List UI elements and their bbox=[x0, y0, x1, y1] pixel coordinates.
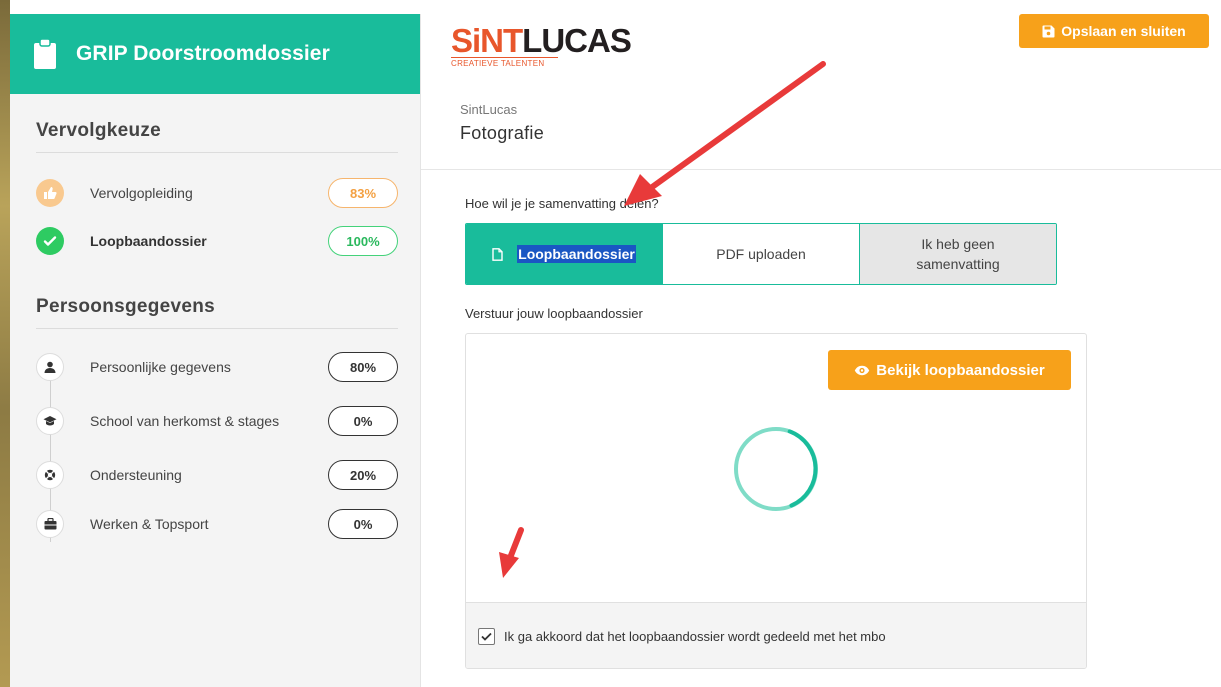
save-and-close-button[interactable]: Opslaan en sluiten bbox=[1019, 14, 1209, 48]
dossier-preview-panel: Bekijk loopbaandossier Ik ga akkoord dat… bbox=[465, 333, 1087, 669]
eye-icon bbox=[855, 365, 870, 375]
sidebar-item-school-van-herkomst[interactable]: School van herkomst & stages 0% bbox=[36, 399, 398, 443]
sidebar-item-label: Ondersteuning bbox=[90, 467, 182, 483]
progress-badge: 20% bbox=[328, 460, 398, 490]
left-edge-strip bbox=[0, 0, 10, 687]
sidebar-header: GRIP Doorstroomdossier bbox=[10, 14, 420, 94]
checkmark-icon bbox=[481, 632, 492, 641]
option-loopbaandossier[interactable]: Loopbaandossier bbox=[466, 224, 663, 284]
section-title-persoonsgegevens: Persoonsgegevens bbox=[36, 296, 216, 317]
file-icon bbox=[492, 247, 503, 261]
progress-badge: 0% bbox=[328, 509, 398, 539]
share-method-selector: Loopbaandossier PDF uploaden Ik heb geen… bbox=[465, 223, 1057, 285]
sidebar-item-ondersteuning[interactable]: Ondersteuning 20% bbox=[36, 458, 398, 492]
loading-spinner bbox=[734, 427, 818, 511]
clipboard-icon bbox=[34, 39, 56, 69]
progress-badge: 100% bbox=[328, 226, 398, 256]
progress-badge: 83% bbox=[328, 178, 398, 208]
program-name: Fotografie bbox=[460, 123, 545, 143]
graduation-cap-icon bbox=[36, 407, 64, 435]
section-title-vervolgkeuze: Vervolgkeuze bbox=[36, 120, 162, 141]
option-label: Loopbaandossier bbox=[517, 245, 636, 263]
program-header: SintLucas Fotografie bbox=[421, 86, 1221, 170]
briefcase-icon bbox=[36, 510, 64, 538]
agree-checkbox[interactable] bbox=[478, 627, 495, 645]
option-pdf-uploaden[interactable]: PDF uploaden bbox=[663, 224, 860, 284]
sintlucas-logo: SiNTLUCAS CREATIEVE TALENTEN bbox=[451, 24, 632, 68]
progress-badge: 0% bbox=[328, 406, 398, 436]
save-and-close-label: Opslaan en sluiten bbox=[1061, 23, 1186, 39]
thumbs-up-icon bbox=[36, 179, 64, 207]
sidebar-item-loopbaandossier[interactable]: Loopbaandossier 100% bbox=[36, 224, 398, 258]
check-icon bbox=[36, 227, 64, 255]
user-icon bbox=[36, 353, 64, 381]
section-divider bbox=[36, 152, 398, 153]
option-label: PDF uploaden bbox=[716, 246, 806, 262]
sidebar-item-label: Persoonlijke gegevens bbox=[90, 359, 231, 375]
sidebar: GRIP Doorstroomdossier Vervolgkeuze Verv… bbox=[10, 14, 421, 687]
progress-badge: 80% bbox=[328, 352, 398, 382]
sidebar-item-vervolgopleiding[interactable]: Vervolgopleiding 83% bbox=[36, 176, 398, 210]
logo-text-lucas: LUCAS bbox=[522, 22, 632, 59]
logo-tagline: CREATIEVE TALENTEN bbox=[451, 57, 558, 68]
agree-label: Ik ga akkoord dat het loopbaandossier wo… bbox=[504, 628, 886, 644]
floppy-disk-icon bbox=[1042, 25, 1055, 37]
share-question-label: Hoe wil je je samenvatting delen? bbox=[465, 196, 659, 211]
agreement-row: Ik ga akkoord dat het loopbaandossier wo… bbox=[466, 602, 1086, 668]
organization-name: SintLucas bbox=[460, 102, 518, 117]
sidebar-item-label: Loopbaandossier bbox=[90, 233, 207, 249]
sidebar-item-label: Vervolgopleiding bbox=[90, 185, 193, 201]
view-dossier-button[interactable]: Bekijk loopbaandossier bbox=[828, 350, 1071, 390]
sidebar-item-label: Werken & Topsport bbox=[90, 516, 209, 532]
logo-text-sint: SiNT bbox=[451, 22, 523, 59]
option-geen-samenvatting[interactable]: Ik heb geen samenvatting bbox=[860, 224, 1056, 284]
sidebar-item-persoonlijke-gegevens[interactable]: Persoonlijke gegevens 80% bbox=[36, 350, 398, 384]
sidebar-item-label: School van herkomst & stages bbox=[90, 413, 280, 429]
lifebuoy-icon bbox=[36, 461, 64, 489]
section-divider bbox=[36, 328, 398, 329]
app-title: GRIP Doorstroomdossier bbox=[76, 42, 330, 65]
option-label: Ik heb geen samenvatting bbox=[916, 236, 1000, 272]
send-dossier-label: Verstuur jouw loopbaandossier bbox=[465, 306, 643, 321]
page: GRIP Doorstroomdossier Vervolgkeuze Verv… bbox=[0, 0, 1221, 687]
sidebar-item-werken-topsport[interactable]: Werken & Topsport 0% bbox=[36, 507, 398, 541]
view-dossier-label: Bekijk loopbaandossier bbox=[876, 361, 1045, 379]
